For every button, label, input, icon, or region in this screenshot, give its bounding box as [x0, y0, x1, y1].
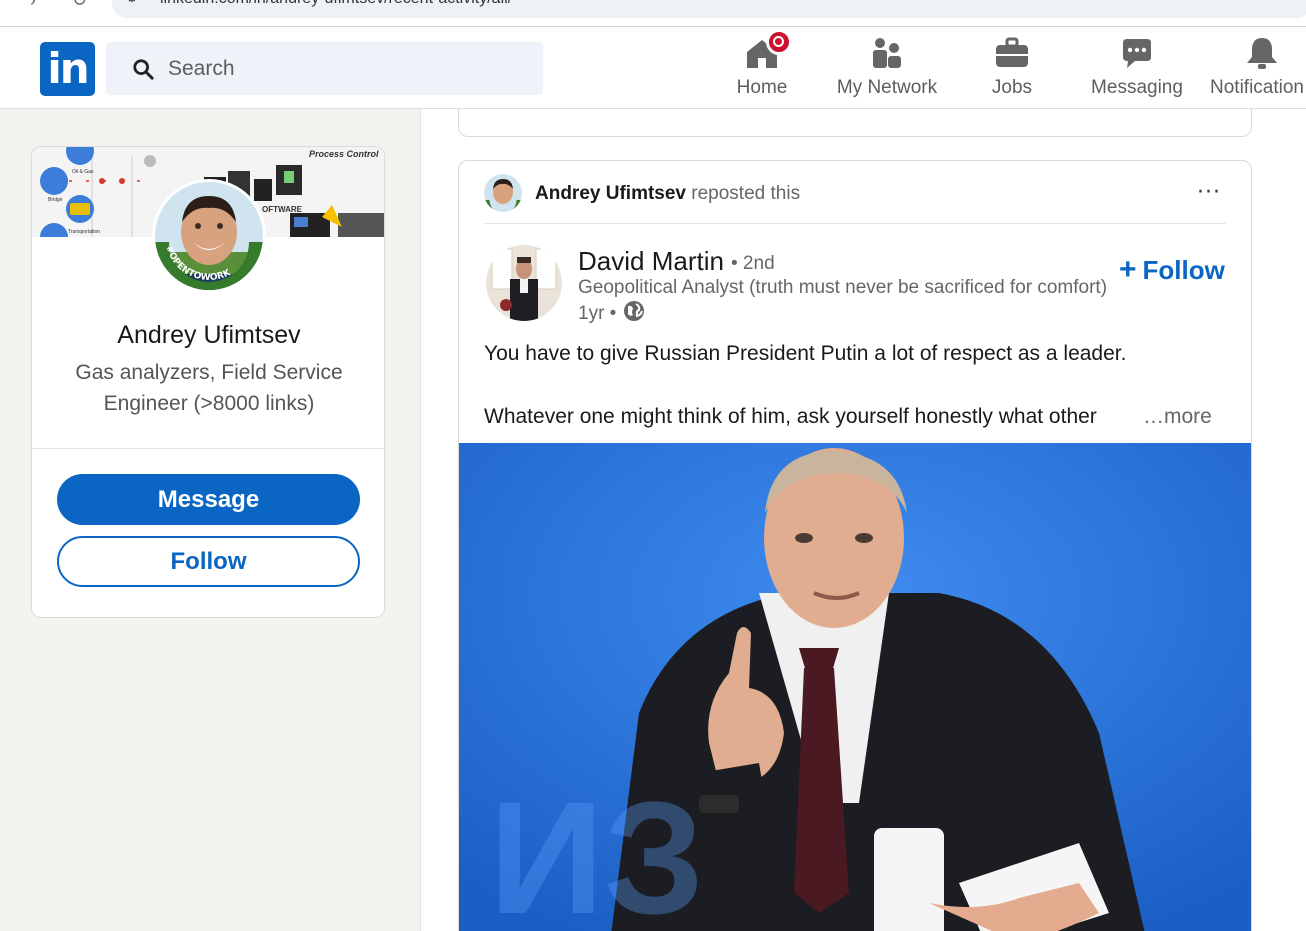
follow-button[interactable]: Follow	[57, 536, 360, 587]
banner-label-bridge: Bridge	[48, 197, 63, 203]
previous-post-card	[458, 109, 1252, 137]
post-time: 1yr •	[578, 303, 617, 324]
browser-toolbar: › ↻ ⚙ linkedin.com/in/andrey-ufimtsev/re…	[0, 0, 1306, 27]
connection-degree: • 2nd	[731, 253, 775, 274]
author-name[interactable]: David Martin	[578, 246, 724, 277]
banner-label-process-control: Process Control	[309, 149, 379, 159]
nav-notifications[interactable]: Notification	[1210, 35, 1306, 105]
back-arrow-icon[interactable]: ›	[30, 0, 36, 11]
profile-headline: Gas analyzers, Field Service Engineer (>…	[75, 361, 343, 415]
profile-avatar[interactable]: #OPENTOWORK	[152, 179, 266, 293]
notification-badge	[766, 29, 792, 55]
nav-my-network-label: My Network	[836, 77, 938, 98]
nav-messaging-label: Messaging	[1091, 77, 1183, 98]
follow-author-button[interactable]: + Follow	[1119, 253, 1225, 287]
feed-post: Andrey Ufimtsev reposted this ··· David …	[458, 160, 1252, 931]
author-headline: Geopolitical Analyst (truth must never b…	[578, 277, 1108, 298]
home-icon	[744, 29, 792, 71]
post-text-line: Whatever one might think of him, ask you…	[484, 405, 1097, 428]
globe-icon	[624, 301, 644, 321]
message-button[interactable]: Message	[57, 474, 360, 525]
nav-messaging[interactable]: Messaging	[1090, 35, 1184, 105]
nav-notifications-label: Notification	[1210, 77, 1304, 98]
people-icon	[869, 35, 905, 71]
profile-card: Process Control Oil & Gas Bridge Transpo…	[31, 146, 385, 618]
search-input[interactable]	[168, 55, 518, 83]
plus-icon: +	[1119, 253, 1137, 286]
banner-label-oil-gas: Oil & Gas	[72, 169, 94, 175]
bell-icon	[1244, 35, 1280, 71]
divider	[484, 223, 1226, 224]
banner-label-software: OFTWARE	[262, 205, 302, 214]
nav-home-label: Home	[736, 77, 788, 98]
repost-header: Andrey Ufimtsev reposted this	[535, 183, 800, 205]
reposter-name[interactable]: Andrey Ufimtsev	[535, 183, 686, 204]
see-more-link[interactable]: …more	[1139, 405, 1212, 429]
nav-my-network[interactable]: My Network	[832, 35, 942, 105]
profile-name[interactable]: Andrey Ufimtsev	[32, 321, 384, 350]
backdrop-text: ИЗ	[489, 768, 704, 931]
repost-label: reposted this	[691, 183, 801, 204]
nav-jobs-label: Jobs	[991, 77, 1033, 98]
search-icon	[133, 59, 154, 80]
chat-bubble-icon	[1119, 35, 1155, 71]
reload-icon[interactable]: ↻	[72, 0, 87, 11]
more-options-button[interactable]: ···	[1192, 175, 1226, 209]
briefcase-icon	[994, 35, 1030, 71]
post-image[interactable]: ИЗ	[459, 443, 1251, 931]
reposter-avatar[interactable]	[484, 174, 522, 212]
author-avatar[interactable]	[486, 245, 562, 321]
nav-jobs[interactable]: Jobs	[982, 35, 1042, 105]
address-bar[interactable]: ⚙ linkedin.com/in/andrey-ufimtsev/recent…	[112, 0, 1306, 18]
divider	[32, 448, 384, 449]
banner-label-transportation: Transportation	[68, 229, 101, 235]
search-bar[interactable]	[106, 42, 543, 95]
nav-home[interactable]: Home	[726, 29, 798, 105]
post-text-line: You have to give Russian President Putin…	[484, 342, 1127, 365]
linkedin-header: in Home My Network J	[0, 27, 1306, 109]
url-text[interactable]: linkedin.com/in/andrey-ufimtsev/recent-a…	[160, 0, 512, 8]
linkedin-logo[interactable]: in	[40, 42, 95, 96]
site-settings-icon[interactable]: ⚙	[126, 0, 138, 6]
follow-author-label: Follow	[1142, 255, 1225, 285]
